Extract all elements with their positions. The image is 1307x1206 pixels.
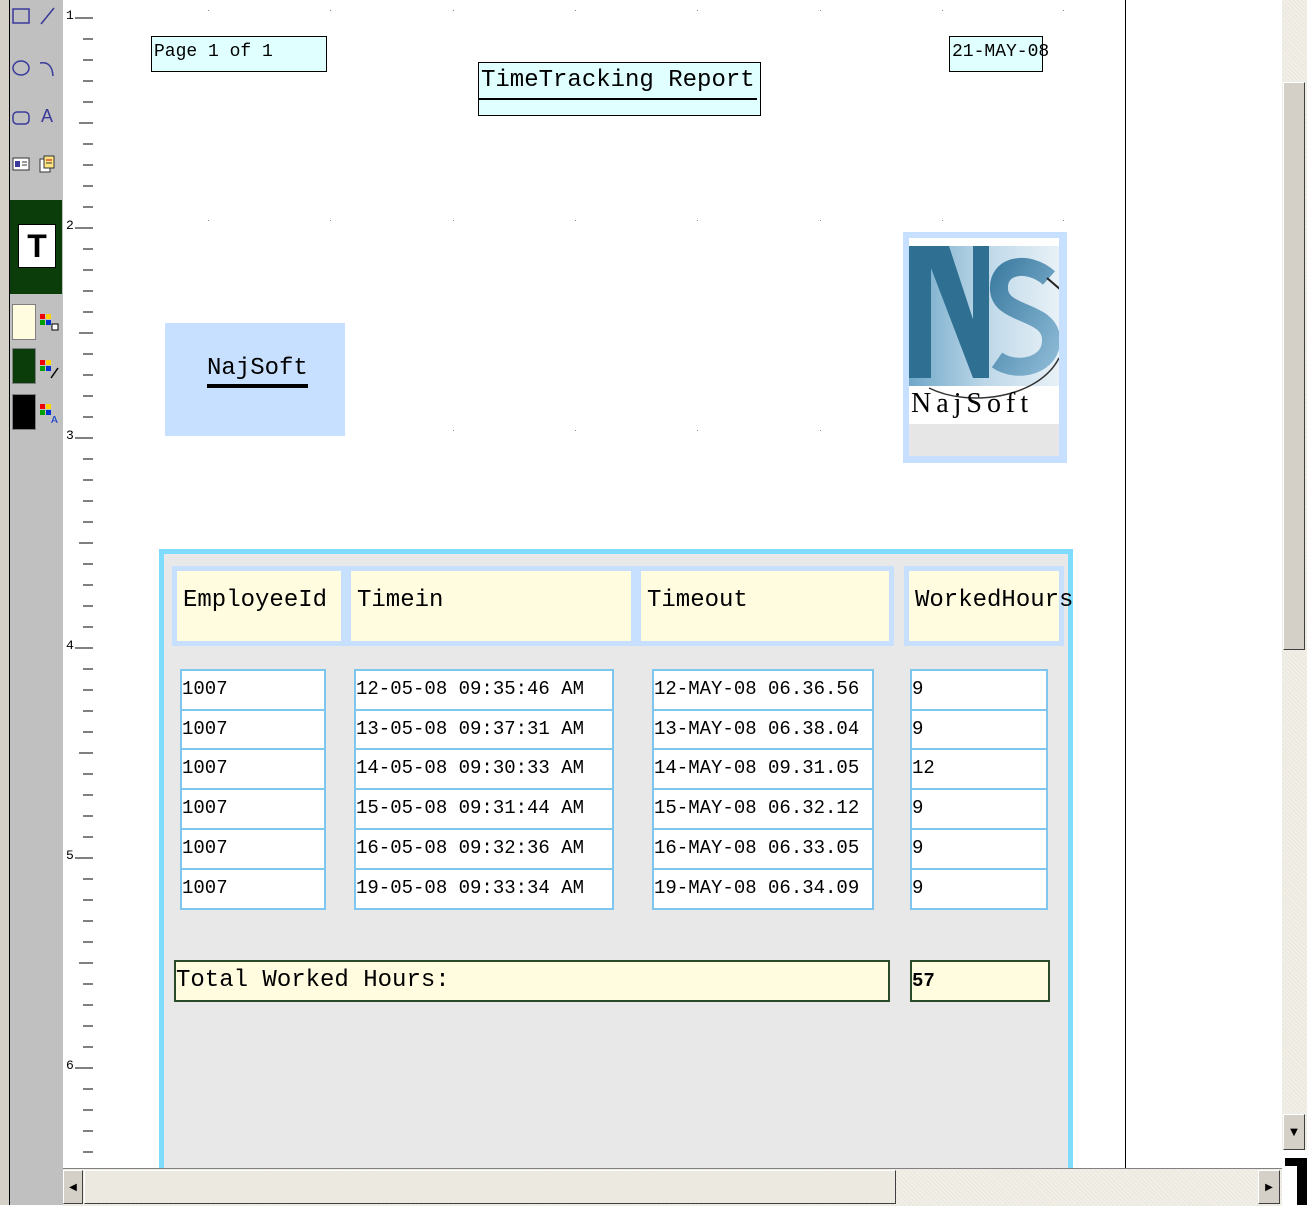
ellipse-icon[interactable] bbox=[10, 56, 32, 80]
fill-color-icon[interactable] bbox=[38, 312, 60, 334]
table-cell[interactable]: 1007 bbox=[180, 867, 326, 910]
table-cell[interactable]: 1007 bbox=[180, 748, 326, 791]
line-color-icon[interactable] bbox=[38, 358, 60, 380]
text-color-swatch[interactable] bbox=[12, 394, 36, 430]
ruler-label: 4 bbox=[66, 638, 74, 653]
grid-dot bbox=[697, 10, 698, 11]
horizontal-scroll-thumb[interactable] bbox=[84, 1170, 896, 1204]
total-label-field[interactable]: Total Worked Hours: bbox=[174, 960, 890, 1002]
field-icon[interactable] bbox=[10, 152, 32, 176]
vertical-scroll-thumb[interactable] bbox=[1283, 82, 1305, 650]
table-cell[interactable]: 12 bbox=[910, 748, 1048, 791]
table-cell[interactable]: 9 bbox=[910, 867, 1048, 910]
ruler-label: 5 bbox=[66, 848, 74, 863]
table-cell[interactable]: 9 bbox=[910, 788, 1048, 831]
ruler-label: 1 bbox=[66, 8, 74, 23]
table-cell[interactable]: 13-05-08 09:37:31 AM bbox=[354, 708, 614, 751]
ruler-label: 2 bbox=[66, 218, 74, 233]
grid-dot bbox=[942, 10, 943, 11]
table-cell[interactable]: 19-05-08 09:33:34 AM bbox=[354, 867, 614, 910]
svg-text:A: A bbox=[51, 415, 58, 424]
table-cell[interactable]: 19-MAY-08 06.34.09 PM bbox=[652, 867, 874, 910]
grid-dot bbox=[208, 220, 209, 221]
grid-dot bbox=[208, 10, 209, 11]
grid-dot bbox=[575, 430, 576, 431]
total-value-field[interactable]: 57 bbox=[910, 960, 1050, 1002]
grid-dot bbox=[330, 10, 331, 11]
grid-dot bbox=[1063, 10, 1064, 11]
rounded-rectangle-icon[interactable] bbox=[10, 106, 32, 130]
report-title: TimeTracking Report bbox=[479, 67, 757, 100]
logo-image: NajSoft bbox=[909, 238, 1062, 456]
grid-dot bbox=[453, 220, 454, 221]
tool-palette: A T A bbox=[0, 0, 64, 1205]
table-cell[interactable]: 1007 bbox=[180, 827, 326, 870]
table-cell[interactable]: 12-05-08 09:35:46 AM bbox=[354, 669, 614, 711]
grid-dot bbox=[697, 430, 698, 431]
table-cell[interactable]: 9 bbox=[910, 708, 1048, 751]
company-label-frame[interactable]: NajSoft bbox=[165, 323, 345, 436]
grid-dot bbox=[820, 10, 821, 11]
company-label: NajSoft bbox=[207, 355, 308, 388]
report-canvas: Page 1 of 1 21-MAY-08 TimeTracking Repor… bbox=[93, 0, 1126, 1168]
arc-icon[interactable] bbox=[36, 56, 58, 80]
line-color-swatch[interactable] bbox=[12, 348, 36, 384]
logo-text: NajSoft bbox=[911, 388, 1034, 419]
workspace-margin bbox=[1126, 0, 1282, 1168]
grid-dot bbox=[453, 10, 454, 11]
scroll-left-arrow-icon[interactable]: ◀ bbox=[63, 1170, 83, 1204]
frame-icon[interactable] bbox=[36, 152, 58, 176]
table-cell[interactable]: 15-MAY-08 06.32.12 PM bbox=[652, 788, 874, 831]
date-field[interactable]: 21-MAY-08 bbox=[949, 36, 1049, 72]
company-label-box: NajSoft bbox=[181, 351, 311, 403]
column-header[interactable]: WorkedHours bbox=[904, 566, 1073, 646]
table-cell[interactable]: 1007 bbox=[180, 669, 326, 711]
ruler-label: 3 bbox=[66, 428, 74, 443]
text-a-icon[interactable]: A bbox=[36, 104, 58, 128]
grid-dot bbox=[942, 220, 943, 221]
table-cell[interactable]: 14-MAY-08 09.31.05 PM bbox=[652, 748, 874, 791]
grid-dot bbox=[453, 430, 454, 431]
rectangle-icon[interactable] bbox=[10, 4, 32, 28]
table-cell[interactable]: 9 bbox=[910, 827, 1048, 870]
vertical-ruler: 1 2 3 4 5 6 bbox=[63, 0, 94, 1174]
table-cell[interactable]: 16-05-08 09:32:36 AM bbox=[354, 827, 614, 870]
table-cell[interactable]: 15-05-08 09:31:44 AM bbox=[354, 788, 614, 831]
grid-dot bbox=[575, 10, 576, 11]
grid-dot bbox=[1063, 220, 1064, 221]
company-label-inner: NajSoft bbox=[181, 351, 311, 403]
table-cell[interactable]: 9 bbox=[910, 669, 1048, 711]
text-t-icon: T bbox=[18, 224, 56, 268]
repeating-frame[interactable]: EmployeeId Timein Timeout WorkedHours 1007 1… bbox=[159, 549, 1073, 1168]
grid-dot bbox=[697, 220, 698, 221]
line-icon[interactable] bbox=[36, 4, 58, 28]
column-header[interactable]: EmployeeId bbox=[172, 566, 346, 646]
resize-corner[interactable] bbox=[1282, 1150, 1307, 1205]
table-cell[interactable]: 12-MAY-08 06.36.56 PM bbox=[652, 669, 874, 711]
fill-color-swatch[interactable] bbox=[12, 304, 36, 340]
scroll-down-arrow-icon[interactable]: ▼ bbox=[1283, 1114, 1305, 1150]
table-cell[interactable]: 1007 bbox=[180, 708, 326, 751]
logo-frame[interactable]: NajSoft bbox=[903, 232, 1067, 463]
text-color-icon[interactable]: A bbox=[38, 402, 60, 426]
table-cell[interactable]: 14-05-08 09:30:33 AM bbox=[354, 748, 614, 791]
grid-dot bbox=[820, 430, 821, 431]
ruler-label: 6 bbox=[66, 1058, 74, 1073]
selected-text-tool[interactable]: T bbox=[10, 200, 62, 294]
grid-dot bbox=[330, 220, 331, 221]
table-cell[interactable]: 16-MAY-08 06.33.05 PM bbox=[652, 827, 874, 870]
grid-dot bbox=[820, 220, 821, 221]
table-cell[interactable]: 1007 bbox=[180, 788, 326, 831]
table-cell[interactable]: 13-MAY-08 06.38.04 PM bbox=[652, 708, 874, 751]
grid-dot bbox=[575, 220, 576, 221]
scroll-right-arrow-icon[interactable]: ▶ bbox=[1258, 1170, 1280, 1204]
page-number-field[interactable]: Page 1 of 1 bbox=[151, 36, 327, 72]
palette-edge bbox=[0, 0, 10, 1205]
column-header[interactable]: Timein bbox=[346, 566, 636, 646]
ruler-ticks bbox=[75, 17, 93, 1174]
report-title-field[interactable]: TimeTracking Report bbox=[478, 62, 761, 116]
logo-footer bbox=[909, 424, 1059, 456]
column-header[interactable]: Timeout bbox=[636, 566, 894, 646]
